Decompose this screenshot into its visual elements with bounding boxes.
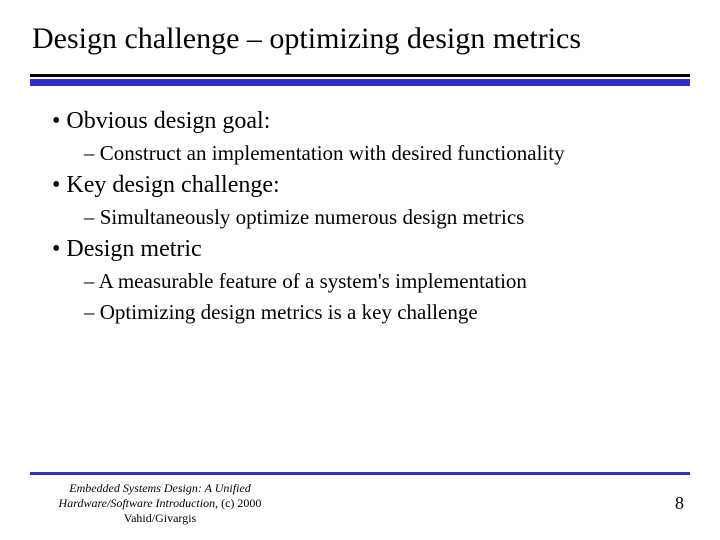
footer-attribution: Embedded Systems Design: A Unified Hardw… [30,481,290,526]
divider-blue [30,79,690,86]
bullet-metric: Design metric [42,236,690,263]
divider-black [30,74,690,77]
footer-row: Embedded Systems Design: A Unified Hardw… [30,481,690,526]
title-divider [30,74,690,86]
slide-footer: Embedded Systems Design: A Unified Hardw… [0,472,720,526]
subbullet-metric-a: A measurable feature of a system's imple… [42,269,690,294]
slide-body: Obvious design goal: Construct an implem… [30,108,690,325]
footer-line2-italic: Hardware/Software Introduction, [59,496,219,510]
slide-title: Design challenge – optimizing design met… [30,22,690,56]
footer-line1: Embedded Systems Design: A Unified [69,481,251,495]
slide: Design challenge – optimizing design met… [0,0,720,540]
subbullet-goal: Construct an implementation with desired… [42,141,690,166]
subbullet-challenge: Simultaneously optimize numerous design … [42,205,690,230]
bullet-goal: Obvious design goal: [42,108,690,135]
subbullet-metric-b: Optimizing design metrics is a key chall… [42,300,690,325]
bullet-challenge: Key design challenge: [42,172,690,199]
page-number: 8 [675,493,690,514]
footer-divider [30,472,690,475]
